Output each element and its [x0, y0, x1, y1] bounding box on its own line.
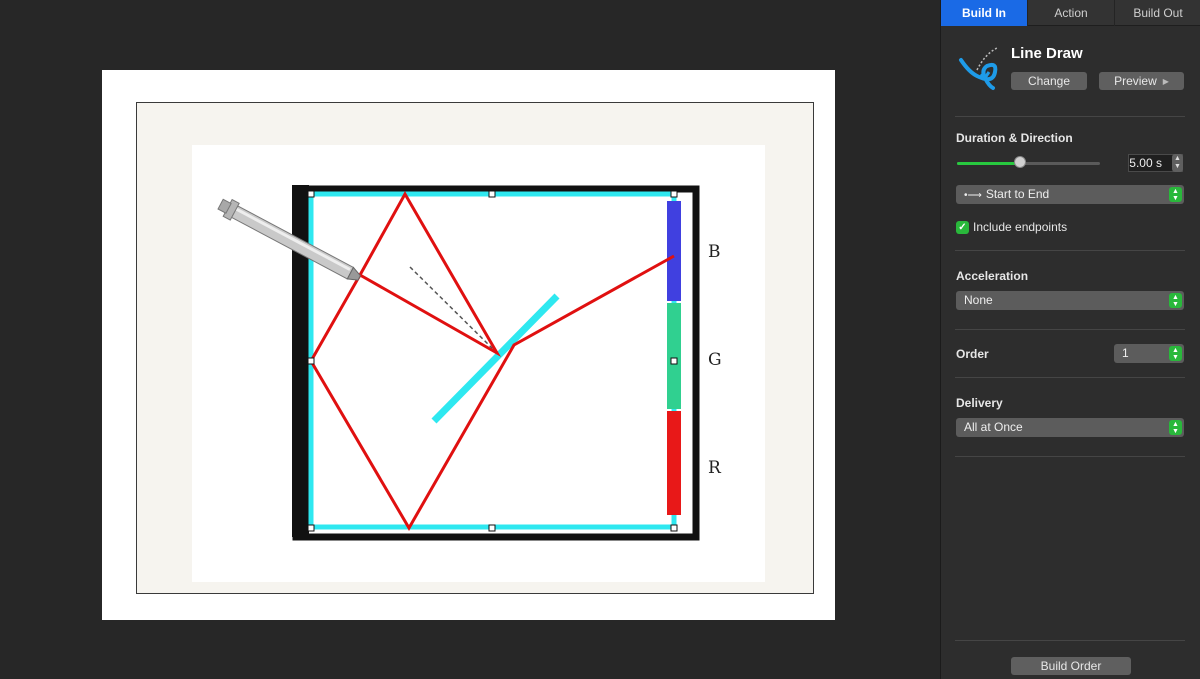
slide-frame: B G R	[136, 102, 814, 594]
direction-dropdown[interactable]: •⟶ Start to End ▲ ▼	[956, 185, 1184, 204]
label-r: R	[708, 458, 722, 478]
chevron-updown-icon: ▲ ▼	[1169, 187, 1182, 202]
handle-tl	[307, 190, 315, 198]
slide-canvas[interactable]: B G R	[0, 0, 940, 679]
delivery-dropdown[interactable]: All at Once ▲ ▼	[956, 418, 1184, 437]
order-dropdown[interactable]: 1 ▲ ▼	[1114, 344, 1184, 363]
build-order-button[interactable]: Build Order	[1011, 657, 1131, 675]
preview-button[interactable]: Preview ▶	[1099, 72, 1184, 90]
cyan-mirror	[431, 293, 560, 424]
duration-slider-fill	[957, 162, 1020, 165]
illustration[interactable]: B G R	[192, 145, 765, 582]
include-endpoints-checkbox[interactable]: ✓ Include endpoints	[956, 219, 1067, 235]
duration-direction-section: Duration & Direction 5.00 s ▲ ▼ •⟶ Start t…	[955, 116, 1185, 250]
inspector-tabs: Build In Action Build Out	[941, 0, 1200, 26]
change-effect-button[interactable]: Change	[1011, 72, 1087, 90]
chevron-updown-icon: ▲ ▼	[1169, 346, 1182, 361]
black-frame	[292, 185, 700, 541]
chevron-updown-icon: ▲ ▼	[1169, 293, 1182, 308]
red-bar	[667, 411, 681, 515]
pencil-icon	[217, 198, 361, 281]
arrow-right-icon: •⟶	[964, 190, 982, 201]
green-bar	[667, 303, 681, 409]
handle-tr	[670, 190, 678, 198]
acceleration-dropdown[interactable]: None ▲ ▼	[956, 291, 1184, 310]
handle-bm	[488, 524, 496, 532]
order-section: Order 1 ▲ ▼	[955, 329, 1185, 378]
duration-title: Duration & Direction	[956, 131, 1073, 145]
line-draw-icon	[959, 47, 998, 90]
duration-stepper[interactable]: ▲ ▼	[1172, 154, 1183, 172]
keynote-window: B G R Build In Action Build Out Line Dra…	[0, 0, 1200, 679]
order-value: 1	[1122, 346, 1129, 360]
handle-bl	[307, 524, 315, 532]
duration-slider[interactable]	[957, 162, 1100, 165]
play-icon: ▶	[1162, 77, 1169, 86]
label-g: G	[708, 350, 722, 370]
tab-action[interactable]: Action	[1027, 0, 1114, 26]
tab-build-out[interactable]: Build Out	[1114, 0, 1200, 26]
slide[interactable]: B G R	[102, 70, 835, 620]
acceleration-section: Acceleration None ▲ ▼	[955, 250, 1185, 330]
illustration-svg: B G R	[217, 185, 722, 541]
handle-tm	[488, 190, 496, 198]
label-b: B	[708, 242, 721, 262]
preview-label: Preview	[1114, 74, 1157, 88]
acceleration-title: Acceleration	[956, 269, 1029, 283]
animate-inspector: Build In Action Build Out Line Draw Chan…	[940, 0, 1200, 679]
direction-value: Start to End	[985, 187, 1050, 201]
delivery-value: All at Once	[964, 420, 1023, 434]
chevron-updown-icon: ▲ ▼	[1169, 420, 1182, 435]
section-divider	[955, 456, 1185, 457]
delivery-title: Delivery	[956, 396, 1003, 410]
delivery-section: Delivery All at Once ▲ ▼	[955, 377, 1185, 457]
checkmark-icon: ✓	[956, 220, 969, 234]
tab-build-in[interactable]: Build In	[941, 0, 1027, 26]
build-order-label: Build Order	[1040, 659, 1102, 673]
duration-slider-knob[interactable]	[1013, 156, 1026, 168]
effect-name: Line Draw	[1011, 45, 1083, 62]
blue-bar	[667, 201, 681, 301]
build-order-footer: Build Order	[955, 640, 1185, 679]
include-endpoints-label: Include endpoints	[973, 220, 1068, 234]
dashed-normal	[409, 266, 496, 352]
order-title: Order	[956, 347, 989, 361]
change-label: Change	[1027, 74, 1071, 88]
handle-ml	[307, 357, 315, 365]
effect-header: Line Draw Change Preview ▶	[941, 26, 1200, 116]
acceleration-value: None	[964, 293, 993, 307]
handle-mr	[670, 357, 678, 365]
handle-br	[670, 524, 678, 532]
